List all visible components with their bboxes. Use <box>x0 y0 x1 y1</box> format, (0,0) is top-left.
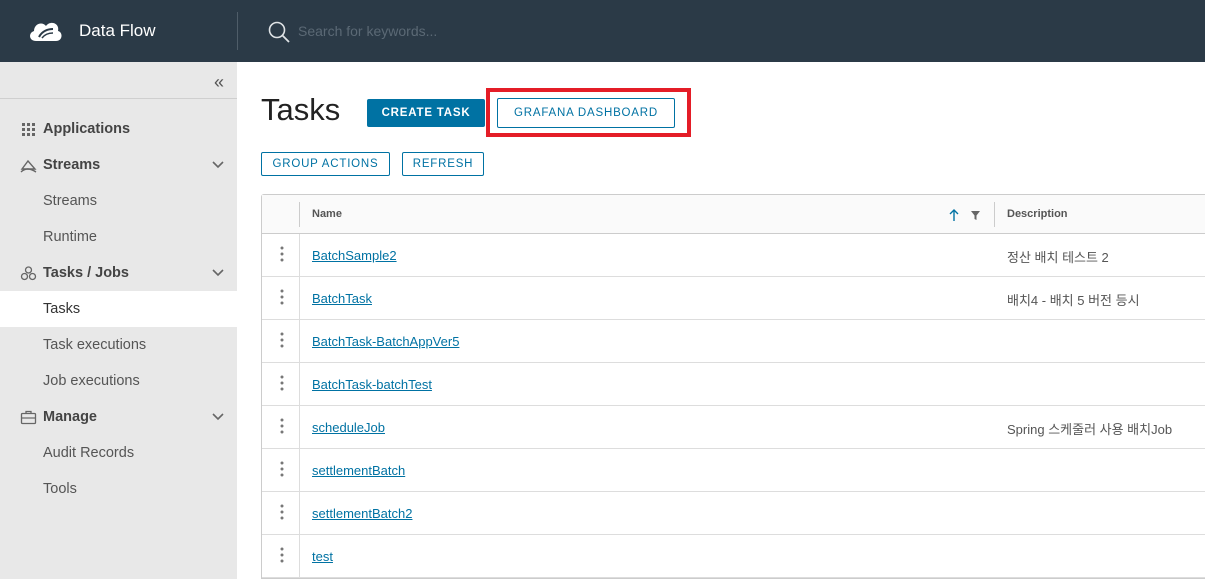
table-row: BatchTask 배치4 - 배치 5 버전 등시 <box>262 277 1205 320</box>
more-actions-icon[interactable] <box>276 331 288 349</box>
group-actions-button[interactable]: GROUP ACTIONS <box>261 152 390 176</box>
refresh-button[interactable]: REFRESH <box>402 152 484 176</box>
table-row: settlementBatch <box>262 449 1205 492</box>
more-actions-icon[interactable] <box>276 417 288 435</box>
table-row: BatchSample2 정산 배치 테스트 2 <box>262 234 1205 277</box>
column-divider <box>299 277 300 320</box>
more-actions-icon[interactable] <box>276 245 288 263</box>
briefcase-icon <box>20 410 37 425</box>
task-description: 정산 배치 테스트 2 <box>1007 250 1109 265</box>
column-divider <box>299 406 300 449</box>
task-name-link[interactable]: settlementBatch <box>312 463 405 478</box>
cloud-logo-icon <box>30 22 62 41</box>
brand[interactable]: Data Flow <box>26 15 156 47</box>
task-name-link[interactable]: BatchTask-batchTest <box>312 377 432 392</box>
sidebar-item-label: Manage <box>43 409 97 425</box>
sidebar-item-label: Job executions <box>43 373 140 389</box>
sidebar-item-streams-group[interactable]: Streams <box>0 147 237 183</box>
table-row: BatchTask-batchTest <box>262 363 1205 406</box>
sidebar-item-manage-group[interactable]: Manage <box>0 399 237 435</box>
task-name-link[interactable]: scheduleJob <box>312 420 385 435</box>
sidebar-item-label: Task executions <box>43 337 147 353</box>
sidebar-item-streams[interactable]: Streams <box>0 183 237 219</box>
search-input[interactable] <box>298 20 698 42</box>
sidebar-item-label: Runtime <box>43 229 97 245</box>
collapse-sidebar-icon[interactable]: « <box>208 72 230 94</box>
task-name-link[interactable]: BatchTask <box>312 291 372 306</box>
column-divider <box>994 202 995 227</box>
sidebar-item-label: Tools <box>43 481 77 497</box>
table-row: settlementBatch2 <box>262 492 1205 535</box>
sidebar-item-tasks-jobs-group[interactable]: Tasks / Jobs <box>0 255 237 291</box>
column-divider <box>299 234 300 277</box>
sidebar-item-applications[interactable]: Applications <box>0 111 237 147</box>
table-header: Name Description <box>262 195 1205 234</box>
sidebar-item-label: Streams <box>43 157 101 173</box>
sidebar-item-audit-records[interactable]: Audit Records <box>0 435 237 471</box>
filter-icon[interactable] <box>970 210 981 221</box>
highlight-annotation <box>486 88 691 137</box>
column-divider <box>299 320 300 363</box>
header-divider <box>237 12 238 50</box>
column-divider <box>299 449 300 492</box>
column-divider <box>299 535 300 578</box>
sidebar-item-label: Streams <box>43 193 97 209</box>
sidebar-item-task-executions[interactable]: Task executions <box>0 327 237 363</box>
more-actions-icon[interactable] <box>276 288 288 306</box>
sidebar-item-tasks[interactable]: Tasks <box>0 291 237 327</box>
more-actions-icon[interactable] <box>276 546 288 564</box>
chevron-down-icon[interactable] <box>211 410 225 424</box>
app-title: Data Flow <box>79 21 156 40</box>
sidebar-divider <box>0 98 237 99</box>
task-description: Spring 스케줄러 사용 배치Job <box>1007 422 1173 437</box>
streams-icon <box>20 159 37 173</box>
page-title: Tasks <box>261 92 341 127</box>
sidebar-item-tools[interactable]: Tools <box>0 471 237 507</box>
create-task-button[interactable]: CREATE TASK <box>367 99 485 127</box>
tasks-table: Name Description BatchSample2 정산 배치 테스트 2… <box>261 194 1205 579</box>
top-header: Data Flow <box>0 0 1205 62</box>
table-row: test <box>262 535 1205 578</box>
column-header-description[interactable]: Description <box>1007 208 1068 220</box>
sidebar-item-label: Tasks <box>43 301 81 317</box>
more-actions-icon[interactable] <box>276 503 288 521</box>
sidebar-item-job-executions[interactable]: Job executions <box>0 363 237 399</box>
search-icon[interactable] <box>267 20 291 44</box>
column-divider <box>299 202 300 227</box>
table-row: scheduleJob Spring 스케줄러 사용 배치Job <box>262 406 1205 449</box>
grid-icon <box>22 123 35 136</box>
sidebar: « Applications Streams Streams Runtime T… <box>0 62 237 579</box>
task-name-link[interactable]: BatchTask-BatchAppVer5 <box>312 334 459 349</box>
sidebar-item-label: Applications <box>43 121 131 137</box>
column-divider <box>299 363 300 406</box>
sidebar-item-label: Tasks / Jobs <box>43 265 129 281</box>
task-name-link[interactable]: test <box>312 549 333 564</box>
column-divider <box>299 492 300 535</box>
task-name-link[interactable]: BatchSample2 <box>312 248 397 263</box>
more-actions-icon[interactable] <box>276 374 288 392</box>
sort-ascending-icon[interactable] <box>948 208 960 222</box>
chevron-down-icon[interactable] <box>211 158 225 172</box>
task-name-link[interactable]: settlementBatch2 <box>312 506 412 521</box>
sidebar-item-runtime[interactable]: Runtime <box>0 219 237 255</box>
sidebar-item-label: Audit Records <box>43 445 135 461</box>
more-actions-icon[interactable] <box>276 460 288 478</box>
task-description: 배치4 - 배치 5 버전 등시 <box>1007 293 1140 308</box>
table-row: BatchTask-BatchAppVer5 <box>262 320 1205 363</box>
tasks-icon <box>20 266 37 281</box>
column-header-name[interactable]: Name <box>312 208 342 220</box>
chevron-down-icon[interactable] <box>211 266 225 280</box>
